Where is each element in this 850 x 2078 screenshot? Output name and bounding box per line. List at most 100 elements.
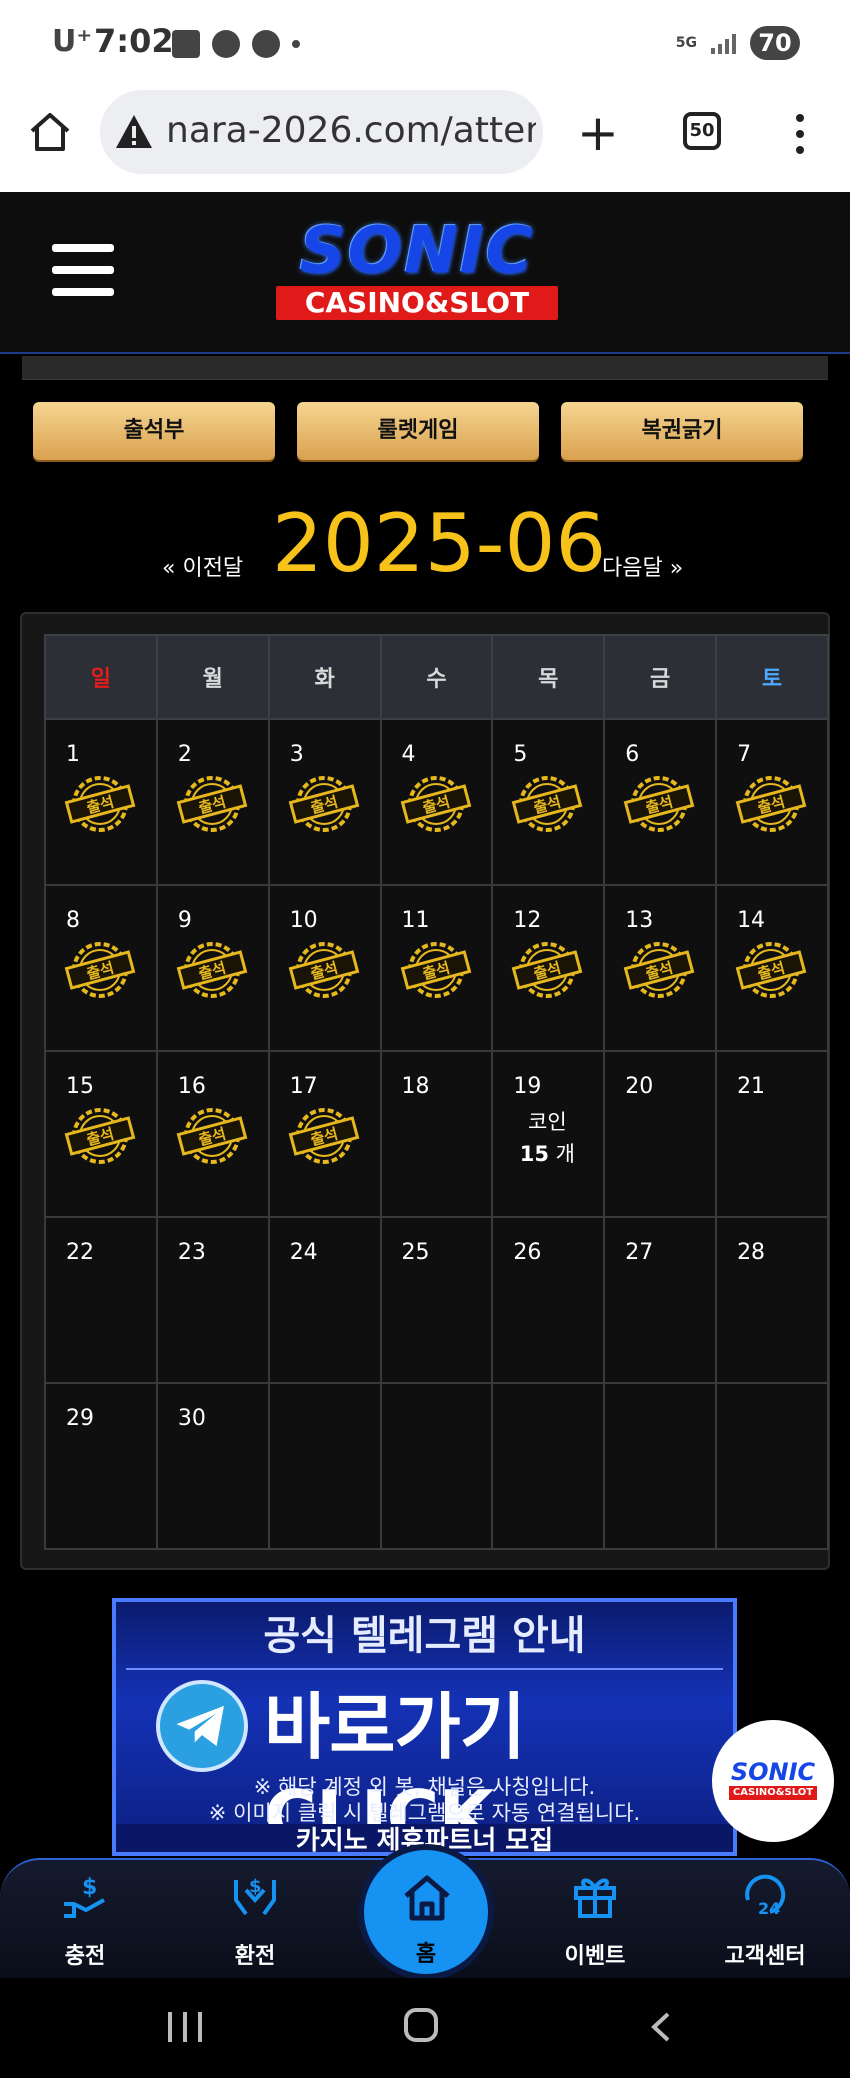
day-number: 4 <box>401 742 416 767</box>
floating-logo-button[interactable]: SONIC CASINO&SLOT <box>712 1720 834 1842</box>
new-tab-icon[interactable]: + <box>577 108 619 158</box>
logo-sub-text: CASINO&SLOT <box>276 286 558 320</box>
calendar-day-cell[interactable]: 9 출석 <box>155 884 270 1052</box>
day-number: 30 <box>177 1406 206 1431</box>
day-number: 23 <box>177 1240 206 1265</box>
banner-divider <box>126 1668 723 1670</box>
calendar-day-cell[interactable]: 18 <box>379 1050 494 1218</box>
coin-count: 15 <box>519 1142 549 1166</box>
calendar-day-cell[interactable]: 28 <box>715 1216 829 1384</box>
attendance-stamp-icon: 출석 <box>64 776 136 832</box>
calendar-day-cell[interactable] <box>603 1382 718 1550</box>
roulette-button[interactable]: 룰렛게임 <box>297 402 539 460</box>
calendar-day-cell[interactable]: 8 출석 <box>44 884 158 1052</box>
calendar-day-cell[interactable] <box>267 1382 382 1550</box>
calendar-day-cell[interactable]: 27 <box>603 1216 718 1384</box>
day-number: 22 <box>66 1240 94 1265</box>
chat-icon <box>252 30 280 58</box>
calendar-day-cell[interactable]: 22 <box>44 1216 158 1384</box>
system-home-icon[interactable] <box>404 2008 438 2042</box>
calendar-day-cell[interactable] <box>379 1382 494 1550</box>
tab-count-button[interactable]: 50 <box>683 112 721 150</box>
calendar-week-row: 22 23 24 25 26 27 28 <box>44 1216 829 1384</box>
nav-withdraw-label: 환전 <box>234 1944 276 1969</box>
system-navigation-bar <box>0 1978 850 2078</box>
weekday-header-row: 일월화수목금토 <box>44 634 829 720</box>
site-header: SONIC CASINO&SLOT <box>0 192 850 354</box>
coin-label: 코인 <box>528 1110 567 1134</box>
attendance-stamp-icon: 출석 <box>176 1108 248 1164</box>
coin-reward: 코인 15 개 <box>493 1106 601 1170</box>
weekday-header: 수 <box>379 634 494 720</box>
home-icon[interactable] <box>28 110 72 154</box>
calendar-day-cell[interactable]: 13 출석 <box>603 884 718 1052</box>
banner-note-1: ※ 해당 계정 외 봇, 채널은 사칭입니다. <box>253 1775 596 1799</box>
carrier-label: U⁺ <box>52 24 93 59</box>
day-number: 29 <box>66 1406 94 1431</box>
prev-month-link[interactable]: « 이전달 <box>162 550 243 582</box>
day-number: 13 <box>625 908 654 933</box>
banner-title: 공식 텔레그램 안내 <box>263 1613 586 1659</box>
calendar-day-cell[interactable]: 15 출석 <box>44 1050 158 1218</box>
calendar-day-cell[interactable]: 3 출석 <box>267 718 382 886</box>
calendar-day-cell[interactable]: 6 출석 <box>603 718 718 886</box>
calendar-day-cell[interactable]: 11 출석 <box>379 884 494 1052</box>
back-icon[interactable] <box>648 2012 672 2042</box>
hamburger-menu-icon[interactable] <box>52 244 114 296</box>
calendar-day-cell[interactable]: 12 출석 <box>491 884 606 1052</box>
site-logo[interactable]: SONIC CASINO&SLOT <box>250 214 584 326</box>
coin-unit: 개 <box>555 1142 575 1166</box>
nav-home-label: 홈 <box>415 1942 437 1967</box>
telegram-banner[interactable]: 공식 텔레그램 안내 바로가기 CLICK ※ 해당 계정 외 봇, 채널은 사… <box>112 1598 737 1856</box>
calendar-day-cell[interactable]: 16 출석 <box>155 1050 270 1218</box>
calendar-day-cell[interactable] <box>491 1382 606 1550</box>
calendar-day-cell[interactable]: 1 출석 <box>44 718 158 886</box>
calendar-day-cell[interactable] <box>715 1382 829 1550</box>
day-number: 25 <box>401 1240 430 1265</box>
calendar-day-cell[interactable]: 24 <box>267 1216 382 1384</box>
more-menu-icon[interactable] <box>796 114 804 162</box>
calendar-day-cell[interactable]: 19 코인 15 개 <box>491 1050 606 1218</box>
calendar-day-cell[interactable]: 5 출석 <box>491 718 606 886</box>
current-month: 2025-06 <box>272 497 607 590</box>
calendar-day-cell[interactable]: 29 <box>44 1382 158 1550</box>
calendar-day-cell[interactable]: 30 <box>155 1382 270 1550</box>
nav-event[interactable]: 이벤트 <box>540 1860 650 1980</box>
calendar-day-cell[interactable]: 10 출석 <box>267 884 382 1052</box>
lottery-button[interactable]: 복권긁기 <box>561 402 803 460</box>
attendance-stamp-icon: 출석 <box>512 942 583 998</box>
calendar-day-cell[interactable]: 2 출석 <box>155 718 270 886</box>
attendance-stamp-icon: 출석 <box>288 942 360 998</box>
calendar-day-cell[interactable]: 26 <box>491 1216 606 1384</box>
day-number: 6 <box>625 742 640 767</box>
url-text[interactable]: nara-2026.com/attenc <box>166 110 536 151</box>
weekday-header: 금 <box>603 634 718 720</box>
calendar-day-cell[interactable]: 23 <box>155 1216 270 1384</box>
calendar-day-cell[interactable]: 4 출석 <box>379 718 494 886</box>
day-number: 11 <box>401 908 430 933</box>
day-number: 18 <box>401 1074 430 1099</box>
attendance-stamp-icon: 출석 <box>735 942 807 998</box>
url-bar[interactable]: nara-2026.com/attenc <box>100 90 543 174</box>
attendance-button[interactable]: 출석부 <box>33 402 275 460</box>
calendar-day-cell[interactable]: 14 출석 <box>715 884 829 1052</box>
warning-icon[interactable] <box>114 112 154 152</box>
calendar-day-cell[interactable]: 20 <box>603 1050 718 1218</box>
next-month-link[interactable]: 다음달 » <box>602 550 683 582</box>
clock: 7:02 <box>94 22 174 60</box>
calendar-day-cell[interactable]: 21 <box>715 1050 829 1218</box>
calendar-day-cell[interactable]: 7 출석 <box>715 718 829 886</box>
calendar-day-cell[interactable]: 25 <box>379 1216 494 1384</box>
weekday-header: 일 <box>44 634 158 720</box>
nav-deposit[interactable]: $ 충전 <box>30 1860 140 1980</box>
nav-home-button[interactable]: 홈 <box>358 1844 494 1980</box>
nav-withdraw[interactable]: $ 환전 <box>200 1860 310 1980</box>
day-number: 2 <box>177 742 192 767</box>
recent-apps-icon[interactable] <box>168 2012 202 2042</box>
calendar-week-row: 15 출석 16 출석 17 출석 18 19 코인 15 개 20 21 <box>44 1050 829 1218</box>
browser-toolbar: nara-2026.com/attenc + 50 <box>0 88 850 192</box>
calendar-day-cell[interactable]: 17 출석 <box>267 1050 382 1218</box>
status-right: 5G 70 <box>676 26 800 60</box>
gallery-icon <box>172 30 200 58</box>
nav-support[interactable]: 24 고객센터 <box>710 1860 820 1980</box>
